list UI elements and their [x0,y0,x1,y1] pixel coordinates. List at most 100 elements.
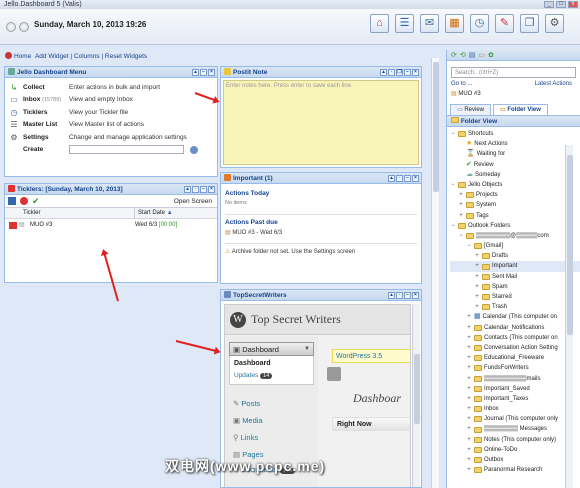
tree-item[interactable]: + Notes (This computer only) [450,435,580,445]
grid-icon[interactable] [8,197,16,205]
expand-icon[interactable]: + [474,302,480,312]
tree-item[interactable]: + Important_Taxes [450,394,580,404]
tree-item[interactable]: + FundsForWriters [450,363,580,373]
tree-item[interactable]: + Projects [450,190,580,200]
tree-item[interactable]: + ▒▒▒▒▒▒▒▒▒▒mails [450,374,580,384]
tree-item[interactable]: + Contacts (This computer on [450,333,580,343]
topsecret-scrollbar[interactable] [412,304,420,487]
wp-site-name[interactable]: Top Secret Writers [251,312,341,327]
expand-icon[interactable]: + [466,384,472,394]
expand-icon[interactable]: + [474,272,480,282]
expand-icon[interactable]: + [466,374,472,384]
calendar-icon[interactable]: ▦ [445,14,464,33]
pin-tool-icon[interactable]: ◦ [388,69,395,76]
expand-icon[interactable]: + [458,211,464,221]
tree-item[interactable]: ✔ Review [450,160,580,170]
gear-icon[interactable]: ⚙ [545,14,564,33]
table-row[interactable]: ▤ MUO #3 Wed 6/3 [00:00] [5,219,217,232]
maximize-button[interactable]: □ [556,1,566,8]
tree-item[interactable]: + Spam [450,282,580,292]
notes-icon[interactable]: ✎ [495,14,514,33]
wp-dashboard-menu[interactable]: ▣ Dashboard ▼ [229,342,314,356]
tree-item[interactable]: − Shortcuts [450,129,580,139]
new-note-icon[interactable]: ▤ [469,51,476,59]
wp-menu-posts[interactable]: ✎ Posts [233,395,318,412]
expand-icon[interactable]: + [474,282,480,292]
tree-item[interactable]: + System [450,200,580,210]
minimize-tool-icon[interactable]: − [200,186,207,193]
minimize-tool-icon[interactable]: − [200,69,207,76]
expand-icon[interactable]: + [474,292,480,302]
close-tool-icon[interactable]: × [208,69,215,76]
collapse-icon[interactable]: − [450,221,456,231]
close-tool-icon[interactable]: × [208,186,215,193]
minimize-tool-icon[interactable]: − [404,175,411,182]
menu-columns[interactable]: Columns [74,53,100,60]
clock-icon[interactable]: ◷ [470,14,489,33]
expand-icon[interactable]: + [458,200,464,210]
forward-button[interactable] [19,22,29,32]
windows-icon[interactable]: ❐ [520,14,539,33]
past-due-item[interactable]: ▤ MUO #3 - Wed 6/3 [225,228,417,239]
expand-icon[interactable]: + [466,394,472,404]
tree-item[interactable]: + Starred [450,292,580,302]
tree-item[interactable]: ☁ Someday [450,170,580,180]
col-tickler[interactable]: Tickler [19,208,134,218]
delete-icon[interactable] [20,197,28,205]
tree-item[interactable]: + Important_Saved [450,384,580,394]
tree-item[interactable]: − ▒▒▒▒▒▒▒▒@▒▒▒▒▒com [450,231,580,241]
tree-item[interactable]: + Drafts [450,251,580,261]
tree-item[interactable]: + Journal (This computer only [450,414,580,424]
scroll-thumb[interactable] [414,354,420,424]
wp-submenu-dashboard[interactable]: Dashboard [234,358,309,370]
postit-textarea[interactable]: Enter notes here. Press enter to save ea… [223,80,419,165]
tree-item[interactable]: − Outlook Folders [450,221,580,231]
close-tool-icon[interactable]: × [412,292,419,299]
refresh-tool-icon[interactable]: ▴ [388,175,395,182]
tree-item[interactable]: + Calendar_Notifications [450,323,580,333]
expand-icon[interactable]: + [466,465,472,475]
collapse-icon[interactable]: − [450,180,456,190]
inbox-icon[interactable]: ✉ [420,14,439,33]
refresh-tool-icon[interactable]: ▴ [184,186,191,193]
tree-item[interactable]: ⌛ Waiting for [450,149,580,159]
tree-item[interactable]: − [Gmail] [450,241,580,251]
minimize-tool-icon[interactable]: − [404,292,411,299]
scroll-thumb[interactable] [567,155,573,335]
search-input[interactable]: Search.. (ctrl+Z) [451,67,576,78]
refresh-tool-icon[interactable]: ▴ [380,69,387,76]
create-input[interactable] [69,145,184,155]
collapse-icon[interactable]: − [458,231,464,241]
pin-tool-icon[interactable]: ◦ [192,186,199,193]
check-icon[interactable]: ✔ [32,196,40,207]
wp-menu-links[interactable]: ⚲ Links [233,429,318,446]
goto-dropdown[interactable]: Go to ... [451,81,472,87]
tree-item[interactable]: + Tags [450,211,580,221]
minimize-tool-icon[interactable]: − [404,69,411,76]
menu-item-ticklers[interactable]: ◷ Ticklers View your Tickler file [9,106,213,119]
back-button[interactable] [6,22,16,32]
expand-icon[interactable]: + [466,445,472,455]
home-icon[interactable]: ⌂ [370,14,389,33]
expand-icon[interactable]: + [466,343,472,353]
expand-icon[interactable]: + [466,455,472,465]
expand-icon[interactable]: + [466,435,472,445]
dashboard-scrollbar[interactable] [431,58,439,488]
sync-icon[interactable]: ⟲ [460,51,466,59]
tree-item[interactable]: + ▦ Calendar (This computer on [450,312,580,322]
wp-update-nag[interactable]: WordPress 3.5 [332,349,410,363]
folder-icon[interactable]: ▭ [478,51,485,59]
expand-icon[interactable]: + [474,261,480,271]
latest-action-item[interactable]: ▤ MUO #3 [451,89,576,99]
latest-actions-link[interactable]: Latest Actions [535,81,572,87]
restore-tool-icon[interactable]: ❐ [396,69,403,76]
close-tool-icon[interactable]: × [412,69,419,76]
expand-icon[interactable]: + [466,312,472,322]
tree-item[interactable]: + Conversation Action Setting [450,343,580,353]
minimize-button[interactable]: _ [544,1,554,8]
expand-icon[interactable]: + [474,251,480,261]
tree-item[interactable]: + Paranormal Research [450,465,580,475]
tree-item[interactable]: + ▒▒▒▒▒▒▒▒ Messages [450,424,580,434]
tree-item[interactable]: + Outbox [450,455,580,465]
wp-submenu-updates[interactable]: Updates 14 [234,370,309,382]
